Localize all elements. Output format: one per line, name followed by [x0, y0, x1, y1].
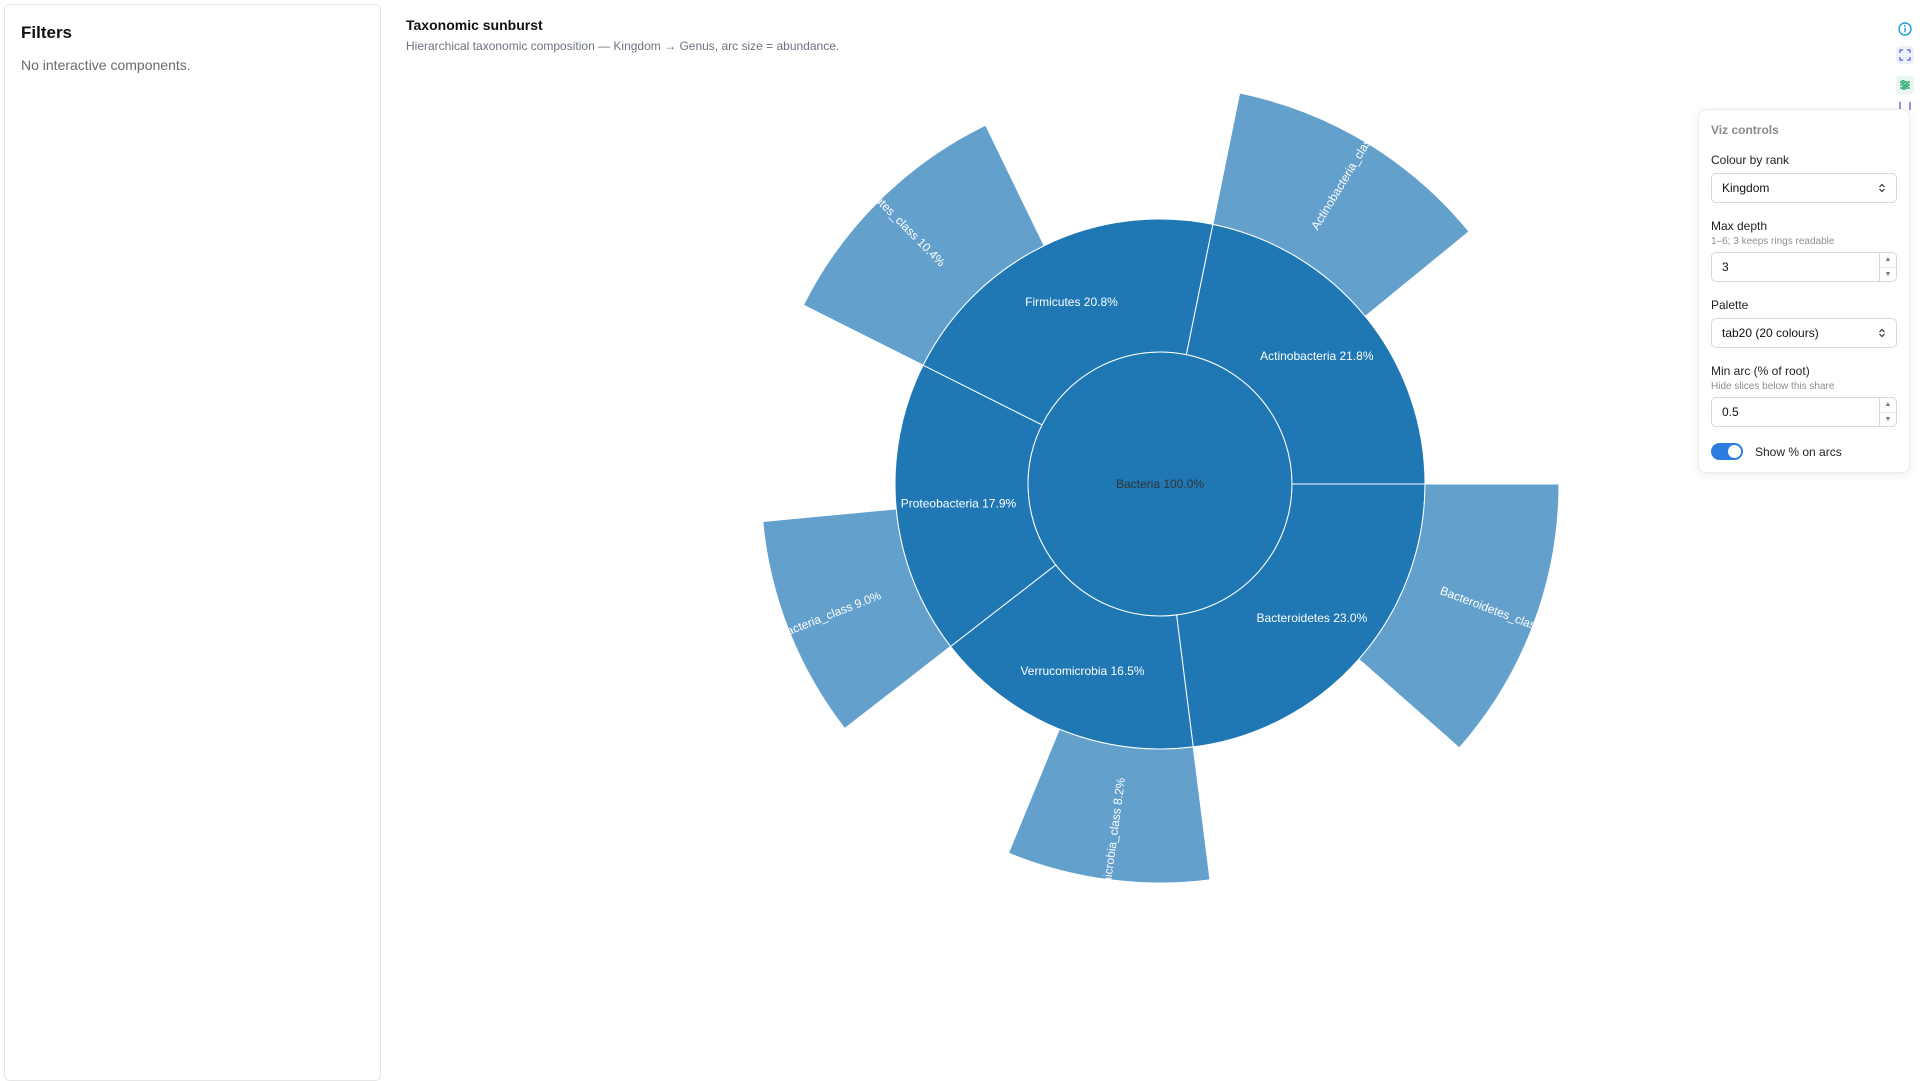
inner-arc-label: Actinobacteria 21.8% [1260, 349, 1374, 363]
stepper-down-icon[interactable]: ▼ [1880, 413, 1896, 427]
fullscreen-icon[interactable] [1896, 46, 1914, 64]
max-depth-hint: 1–6; 3 keeps rings readable [1711, 236, 1835, 247]
viz-controls-title: Viz controls [1711, 123, 1779, 137]
inner-arc-label: Firmicutes 20.8% [1025, 295, 1118, 309]
stepper-up-icon[interactable]: ▲ [1880, 398, 1896, 413]
select-chevron-icon [1879, 183, 1885, 193]
palette-select[interactable]: tab20 (20 colours) [1711, 318, 1897, 348]
max-depth-value: 3 [1722, 260, 1729, 274]
show-pct-label: Show % on arcs [1755, 444, 1842, 459]
min-arc-value: 0.5 [1722, 405, 1739, 419]
main-area: Taxonomic sunburst Hierarchical taxonomi… [406, 0, 1916, 1080]
colour-by-value: Kingdom [1722, 181, 1770, 195]
filters-note: No interactive components. [21, 57, 191, 73]
sliders-icon[interactable] [1896, 76, 1914, 94]
palette-value: tab20 (20 colours) [1722, 326, 1819, 340]
max-depth-stepper[interactable]: ▲ ▼ [1879, 253, 1896, 281]
colour-by-label: Colour by rank [1711, 153, 1790, 167]
inner-arc-label: Proteobacteria 17.9% [901, 497, 1017, 511]
colour-by-select[interactable]: Kingdom [1711, 173, 1897, 203]
max-depth-group: Max depth 1–6; 3 keeps rings readable 3 … [1711, 219, 1897, 282]
show-pct-toggle[interactable] [1711, 443, 1743, 460]
filters-title: Filters [21, 23, 73, 42]
min-arc-hint: Hide slices below this share [1711, 381, 1835, 392]
palette-label: Palette [1711, 298, 1749, 312]
root-label: Bacteria 100.0% [1116, 477, 1204, 491]
min-arc-group: Min arc (% of root) Hide slices below th… [1711, 364, 1897, 427]
min-arc-label: Min arc (% of root) [1711, 364, 1810, 378]
inner-arc-label: Verrucomicrobia 16.5% [1020, 664, 1144, 678]
max-depth-label: Max depth [1711, 219, 1768, 233]
select-chevron-icon [1879, 328, 1885, 338]
stepper-down-icon[interactable]: ▼ [1880, 268, 1896, 282]
toggle-knob [1728, 445, 1741, 458]
min-arc-input[interactable]: 0.5 ▲ ▼ [1711, 397, 1897, 427]
max-depth-input[interactable]: 3 ▲ ▼ [1711, 252, 1897, 282]
palette-group: Palette tab20 (20 colours) [1711, 298, 1897, 348]
info-icon[interactable] [1896, 20, 1914, 38]
inner-arc-label: Bacteroidetes 23.0% [1257, 611, 1368, 625]
viz-controls-panel: Viz controls Colour by rank Kingdom Max … [1698, 109, 1910, 473]
colour-by-group: Colour by rank Kingdom [1711, 153, 1897, 203]
min-arc-stepper[interactable]: ▲ ▼ [1879, 398, 1896, 426]
filters-panel: Filters No interactive components. [4, 4, 381, 1081]
stepper-up-icon[interactable]: ▲ [1880, 253, 1896, 268]
sunburst-chart: Bacteria 100.0%Bacteroidetes_class 11.5%… [745, 92, 1578, 929]
show-pct-row: Show % on arcs [1711, 443, 1897, 460]
